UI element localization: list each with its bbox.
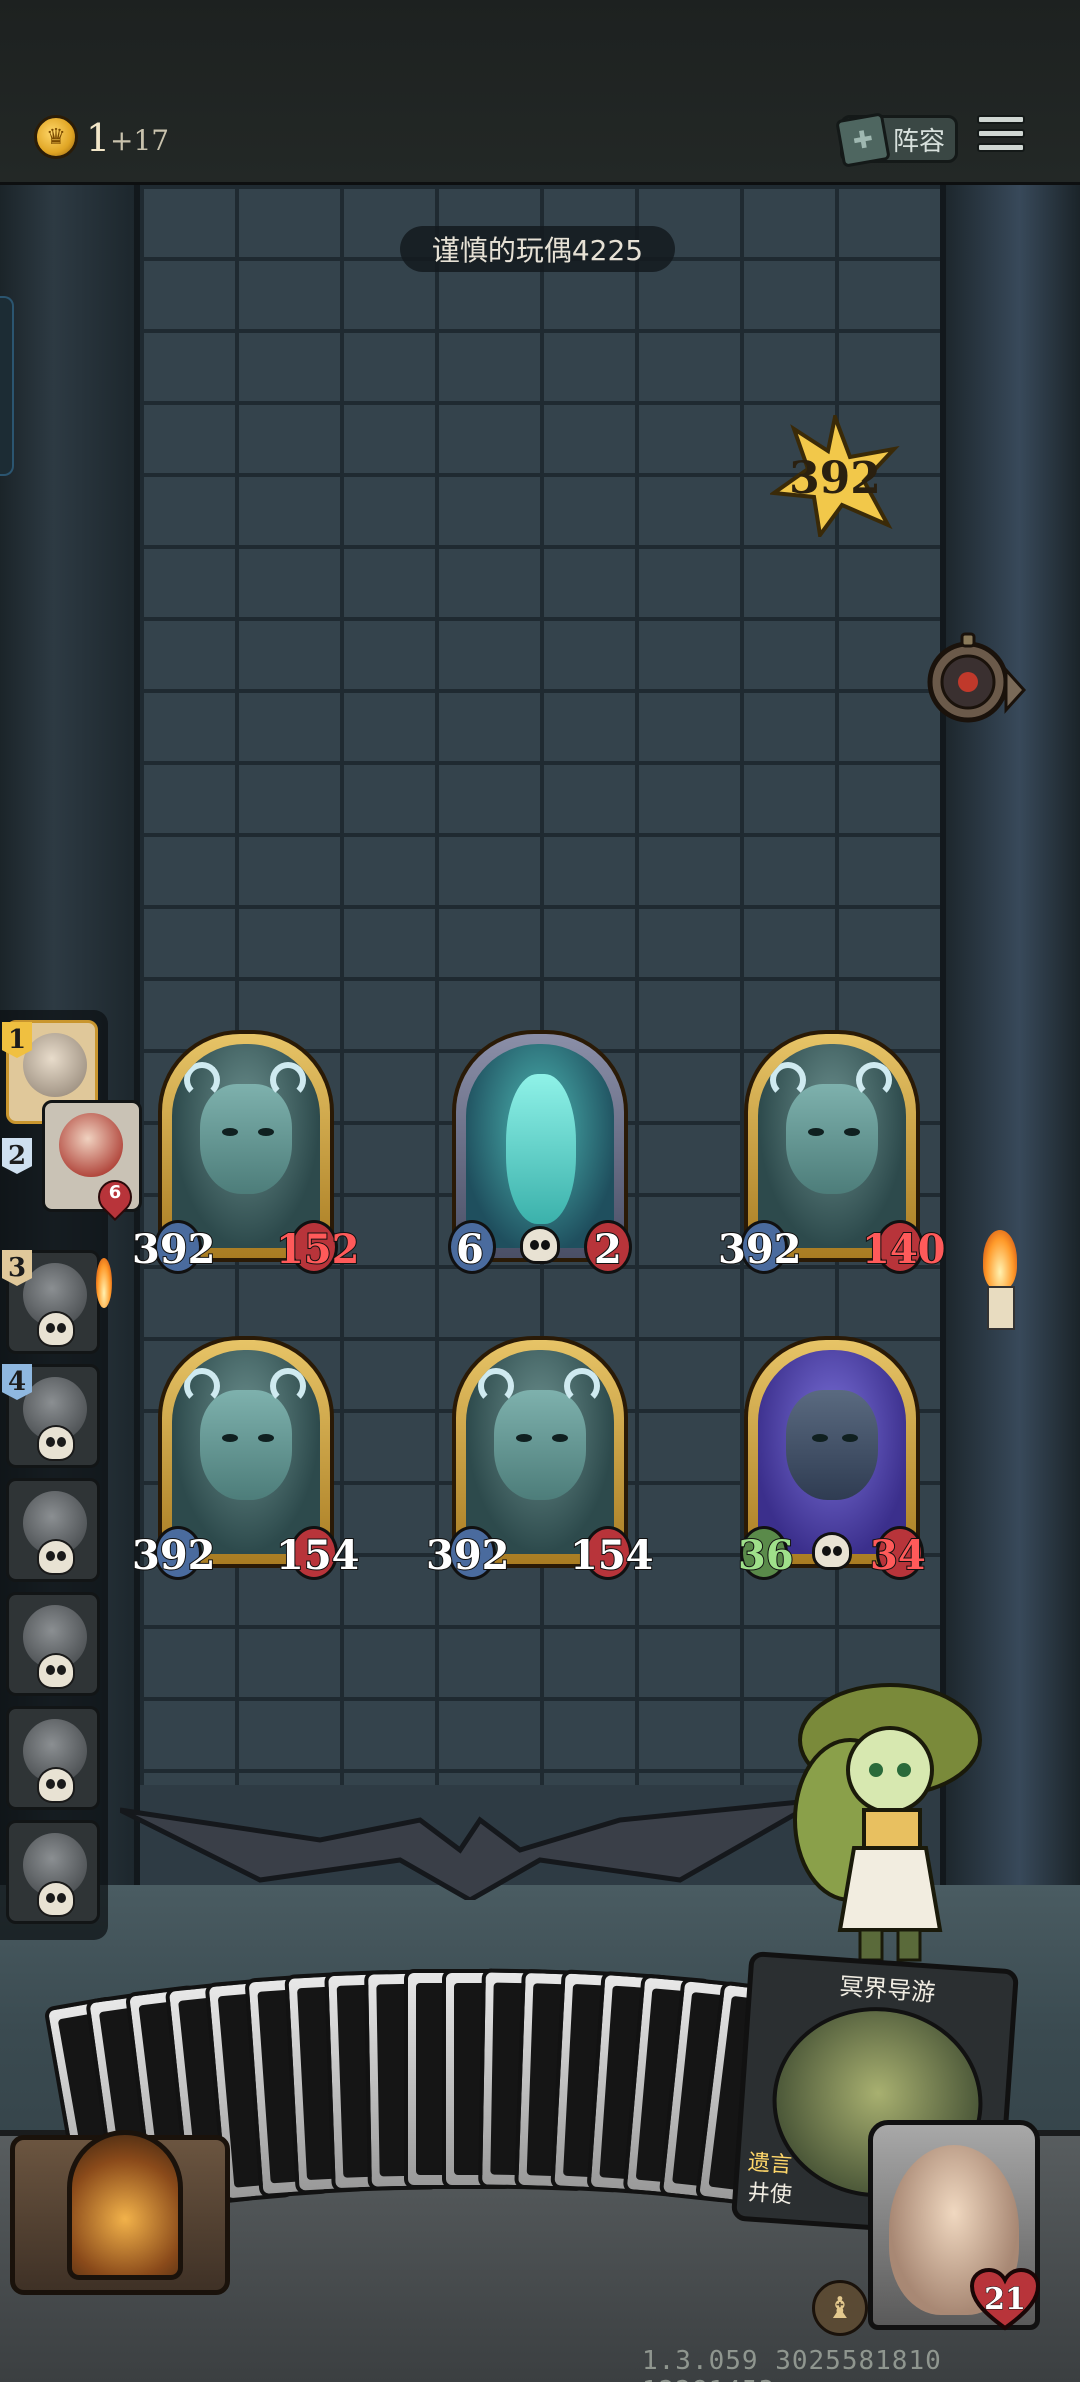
bishop-icon[interactable]: ♝ xyxy=(812,2280,868,2336)
version-label: 1.3.059 3025581810 12281453 xyxy=(642,2346,942,2382)
minion-health: 152 xyxy=(275,1225,360,1274)
top-bar: ♛ 1 +17 ✚ 阵容 xyxy=(0,0,1080,185)
board-minion-r2-c3[interactable]: 36 34 xyxy=(737,1336,927,1580)
featured-card-text: 井使 xyxy=(746,2180,793,2209)
roster-slot-5[interactable] xyxy=(6,1478,100,1582)
roster-slot-7[interactable] xyxy=(6,1706,100,1810)
pocket-watch-icon[interactable] xyxy=(918,630,1028,730)
treasure-chest-button[interactable] xyxy=(10,2130,230,2295)
guide-character[interactable] xyxy=(780,1670,1000,1970)
skull-icon xyxy=(37,1425,75,1461)
opponent-name: 谨慎的玩偶4225 xyxy=(400,226,675,272)
gold-count: 1 xyxy=(86,116,111,160)
chest-character-icon xyxy=(67,2130,183,2280)
gold-income: +17 xyxy=(110,124,170,157)
board-minion-r1-c1[interactable]: 392 152 xyxy=(131,1030,360,1274)
hamburger-menu-icon[interactable] xyxy=(974,110,1028,162)
lineup-book-icon: ✚ xyxy=(835,112,891,168)
roster-slot-8[interactable] xyxy=(6,1820,100,1924)
minion-health: 140 xyxy=(861,1225,946,1274)
side-drawer-tab[interactable] xyxy=(0,296,14,476)
minion-health: 154 xyxy=(275,1531,360,1580)
skull-icon xyxy=(812,1532,852,1570)
roster-hp-value: 6 xyxy=(108,1182,122,1203)
skull-icon xyxy=(37,1539,75,1575)
lineup-button[interactable]: ✚ 阵容 xyxy=(835,112,958,168)
minion-attack: 392 xyxy=(131,1531,216,1580)
board-minion-r1-c3[interactable]: 392 140 xyxy=(717,1030,946,1274)
lineup-label: 阵容 xyxy=(892,126,945,157)
minion-attack: 6 xyxy=(455,1225,485,1274)
minion-health: 154 xyxy=(569,1531,654,1580)
hero-health: 21 xyxy=(984,2282,1027,2318)
minion-health: 34 xyxy=(869,1531,927,1580)
damage-value: 392 xyxy=(789,453,881,504)
wall-torch-left-icon xyxy=(96,1258,112,1308)
bat-gargoyle-decoration xyxy=(118,1780,822,1903)
board-minion-r2-c1[interactable]: 392 154 xyxy=(131,1336,360,1580)
minion-health: 2 xyxy=(593,1225,623,1274)
skull-icon xyxy=(520,1226,560,1264)
damage-star-indicator: 392 xyxy=(770,415,900,537)
minion-attack: 392 xyxy=(717,1225,802,1274)
minion-attack: 392 xyxy=(131,1225,216,1274)
featured-card-title: 冥界导游 xyxy=(838,1972,937,2007)
skull-icon xyxy=(37,1881,75,1917)
skull-icon xyxy=(37,1653,75,1689)
board-minion-r2-c2[interactable]: 392 154 xyxy=(425,1336,654,1580)
wall-torch-icon xyxy=(975,1230,1025,1330)
minion-attack: 392 xyxy=(425,1531,510,1580)
crown-coin-icon: ♛ xyxy=(34,115,78,159)
skull-icon xyxy=(37,1311,75,1347)
minion-attack: 36 xyxy=(737,1531,795,1580)
skull-icon xyxy=(37,1767,75,1803)
board-minion-r1-c2[interactable]: 6 2 xyxy=(448,1030,632,1274)
roster-slot-6[interactable] xyxy=(6,1592,100,1696)
